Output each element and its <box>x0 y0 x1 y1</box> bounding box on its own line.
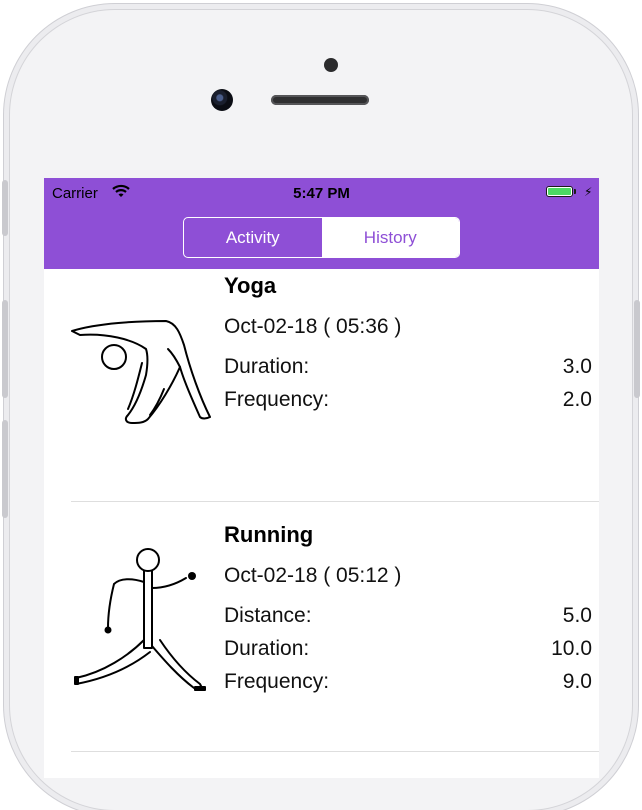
stat-value: 5.0 <box>562 604 592 627</box>
battery-nub <box>574 189 576 194</box>
volume-up-button <box>2 300 8 398</box>
activity-date: Oct-02-18 ( 05:36 ) <box>224 315 402 338</box>
activity-card-yoga[interactable]: Yoga Oct-02-18 ( 05:36 ) Duration: 3.0 F… <box>44 269 599 501</box>
activity-card-running[interactable]: Running Oct-02-18 ( 05:12 ) Distance: 5.… <box>44 518 599 750</box>
mute-switch <box>2 180 8 236</box>
power-button <box>634 300 640 398</box>
stat-label: Frequency: <box>224 670 330 693</box>
stat-label: Frequency: <box>224 388 330 411</box>
running-figure-icon <box>74 548 206 691</box>
charging-bolt-icon: ⚡︎ <box>584 185 593 199</box>
list-separator <box>71 751 599 752</box>
status-time: 5:47 PM <box>293 185 350 202</box>
stat-value: 3.0 <box>562 355 592 378</box>
battery-icon <box>546 186 573 197</box>
app-screen: Carrier 5:47 PM ⚡︎ Activity History Yoga… <box>44 178 599 778</box>
stat-label: Distance: <box>224 604 312 627</box>
stat-label: Duration: <box>224 637 310 660</box>
proximity-sensor <box>324 58 338 72</box>
stat-value: 10.0 <box>551 637 592 660</box>
nav-header: Carrier 5:47 PM ⚡︎ Activity History <box>44 178 599 269</box>
status-bar: Carrier 5:47 PM ⚡︎ <box>44 178 599 208</box>
yoga-figure-icon <box>71 320 211 424</box>
activity-title: Yoga <box>224 273 277 298</box>
stat-label: Duration: <box>224 355 310 378</box>
stat-value: 9.0 <box>562 670 592 693</box>
stat-value: 2.0 <box>562 388 592 411</box>
activity-date: Oct-02-18 ( 05:12 ) <box>224 564 402 587</box>
tab-history[interactable]: History <box>321 218 459 257</box>
tab-activity[interactable]: Activity <box>184 218 322 257</box>
earpiece-speaker <box>271 95 369 105</box>
activity-title: Running <box>224 522 314 547</box>
segmented-control: Activity History <box>183 217 460 258</box>
list-separator <box>71 501 599 502</box>
volume-down-button <box>2 420 8 518</box>
front-camera-icon <box>211 89 233 111</box>
